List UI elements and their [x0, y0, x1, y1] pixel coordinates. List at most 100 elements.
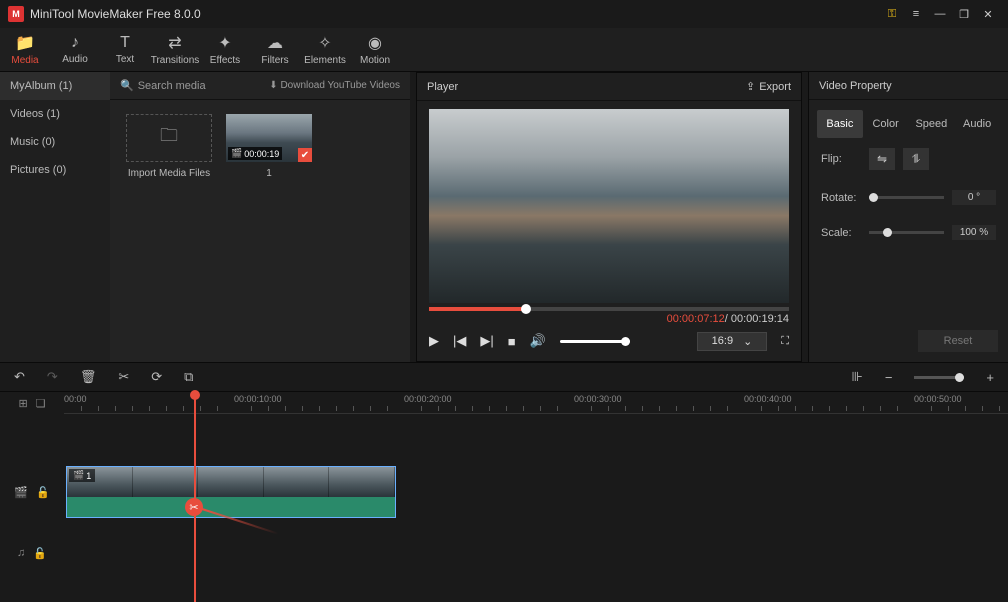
aspect-ratio-select[interactable]: 16:9⌄	[697, 332, 768, 351]
clip-count: 1	[266, 168, 272, 179]
tool-text[interactable]: TText	[100, 28, 150, 71]
app-logo: M	[8, 6, 24, 22]
zoom-in-button[interactable]: +	[986, 370, 994, 385]
search-input[interactable]: Search media	[138, 80, 206, 92]
ruler-tick: 00:00:40:00	[744, 394, 792, 404]
rotate-value: 0 °	[952, 190, 996, 205]
zoom-out-button[interactable]: −	[885, 370, 893, 385]
ruler-tick: 00:00:20:00	[404, 394, 452, 404]
import-media-button[interactable]: 🗀	[126, 114, 212, 162]
audio-lock-icon[interactable]: 🔓	[33, 547, 47, 560]
video-track[interactable]: 🎬 1	[64, 464, 1008, 520]
close-button[interactable]: ✕	[976, 2, 1000, 26]
next-frame-button[interactable]: ▶|	[480, 333, 493, 349]
menu-icon[interactable]: ≡	[904, 2, 928, 26]
fullscreen-button[interactable]: ⛶	[781, 335, 789, 348]
volume-icon[interactable]: 🔊	[530, 333, 546, 349]
fit-button[interactable]: ⊪	[851, 369, 862, 385]
playhead[interactable]: ✂	[194, 392, 196, 602]
flip-horizontal-button[interactable]: ⇋	[869, 148, 895, 170]
crop-button[interactable]: ⧉	[184, 369, 193, 385]
effects-icon: ✦	[218, 33, 231, 53]
selected-check-icon: ✔	[298, 148, 312, 162]
scale-value: 100 %	[952, 225, 996, 240]
track-layers-button[interactable]: ❏	[36, 397, 46, 410]
tab-basic[interactable]: Basic	[817, 110, 863, 138]
tool-transitions[interactable]: ⇄Transitions	[150, 28, 200, 71]
video-preview[interactable]	[429, 109, 789, 303]
ruler-tick: 00:00:30:00	[574, 394, 622, 404]
flip-vertical-button[interactable]: ⥮	[903, 148, 929, 170]
flip-label: Flip:	[821, 153, 861, 165]
player-panel: Player ⇪ Export 00:00:07:12 / 00:00:19:1…	[416, 72, 802, 362]
tool-media[interactable]: 📁Media	[0, 28, 50, 71]
chevron-down-icon: ⌄	[743, 335, 752, 348]
prev-frame-button[interactable]: |◀	[453, 333, 466, 349]
total-time: / 00:00:19:14	[725, 313, 789, 325]
audio-track[interactable]	[64, 538, 1008, 568]
tab-color[interactable]: Color	[863, 110, 909, 138]
zoom-slider[interactable]	[914, 376, 964, 379]
split-button[interactable]: ✂	[118, 369, 129, 385]
media-icon: 📁	[15, 33, 35, 53]
text-icon: T	[120, 34, 130, 52]
duration-badge: 🎬 00:00:19	[228, 147, 282, 160]
filters-icon: ☁	[267, 33, 283, 53]
ruler-tick: 00:00:10:00	[234, 394, 282, 404]
tool-filters[interactable]: ☁Filters	[250, 28, 300, 71]
video-track-icon[interactable]: 🎬	[14, 486, 28, 499]
timeline: ⊞ ❏ 🎬 🔓 ♫ 🔓 00:0000:00:10:0000:00:20:000…	[0, 392, 1008, 602]
redo-button[interactable]: ↷	[47, 369, 58, 385]
tab-audio[interactable]: Audio	[954, 110, 1000, 138]
play-button[interactable]: ▶	[429, 333, 439, 349]
scale-label: Scale:	[821, 227, 861, 239]
media-panel: MyAlbum (1) 🔍 Search media ⬇ Download Yo…	[0, 72, 410, 362]
elements-icon: ✧	[318, 33, 331, 53]
export-button[interactable]: ⇪ Export	[746, 80, 791, 93]
transitions-icon: ⇄	[168, 33, 181, 53]
app-title: MiniTool MovieMaker Free 8.0.0	[30, 7, 880, 21]
volume-slider[interactable]	[560, 340, 630, 343]
key-icon[interactable]: ⚿	[880, 2, 904, 26]
timeline-toolbar: ↶ ↷ 🗑 ✂ ⟳ ⧉ ⊪ − +	[0, 362, 1008, 392]
main-toolbar: 📁Media♪AudioTText⇄Transitions✦Effects☁Fi…	[0, 28, 1008, 72]
property-panel: › Video Property BasicColorSpeedAudio Fl…	[808, 72, 1008, 362]
tool-motion[interactable]: ◉Motion	[350, 28, 400, 71]
motion-icon: ◉	[368, 33, 382, 53]
audio-track-icon[interactable]: ♫	[17, 547, 25, 559]
sidebar-item-music[interactable]: Music (0)	[0, 128, 110, 156]
speed-button[interactable]: ⟳	[151, 369, 162, 385]
scale-slider[interactable]	[869, 231, 944, 234]
maximize-button[interactable]: ❐	[952, 2, 976, 26]
title-bar: M MiniTool MovieMaker Free 8.0.0 ⚿ ≡ — ❐…	[0, 0, 1008, 28]
progress-bar[interactable]	[429, 307, 789, 311]
rotate-slider[interactable]	[869, 196, 944, 199]
sidebar-item-videos[interactable]: Videos (1)	[0, 100, 110, 128]
media-thumbnail[interactable]: 🎬 00:00:19 ✔	[226, 114, 312, 162]
tool-elements[interactable]: ✧Elements	[300, 28, 350, 71]
sidebar-item-pictures[interactable]: Pictures (0)	[0, 156, 110, 184]
stop-button[interactable]: ■	[508, 334, 516, 349]
search-icon[interactable]: 🔍	[120, 79, 134, 92]
rotate-label: Rotate:	[821, 192, 861, 204]
import-label: Import Media Files	[128, 168, 210, 179]
scissors-icon[interactable]: ✂	[185, 498, 203, 516]
export-icon: ⇪	[746, 80, 755, 93]
reset-button[interactable]: Reset	[918, 330, 998, 352]
video-lock-icon[interactable]: 🔓	[36, 486, 50, 499]
tool-effects[interactable]: ✦Effects	[200, 28, 250, 71]
add-track-button[interactable]: ⊞	[18, 397, 27, 410]
clip-badge: 🎬 1	[69, 469, 95, 482]
ruler-tick: 00:00:50:00	[914, 394, 962, 404]
minimize-button[interactable]: —	[928, 2, 952, 26]
tool-audio[interactable]: ♪Audio	[50, 28, 100, 71]
delete-button[interactable]: 🗑	[80, 369, 97, 385]
video-clip[interactable]: 🎬 1	[66, 466, 396, 518]
property-title: Video Property	[809, 72, 1008, 100]
download-youtube-link[interactable]: ⬇ Download YouTube Videos	[269, 80, 400, 91]
tab-speed[interactable]: Speed	[909, 110, 955, 138]
audio-icon: ♪	[71, 34, 79, 52]
undo-button[interactable]: ↶	[14, 369, 25, 385]
sidebar-item-myalbum[interactable]: MyAlbum (1)	[0, 72, 110, 100]
timeline-ruler[interactable]: 00:0000:00:10:0000:00:20:0000:00:30:0000…	[64, 392, 1008, 414]
